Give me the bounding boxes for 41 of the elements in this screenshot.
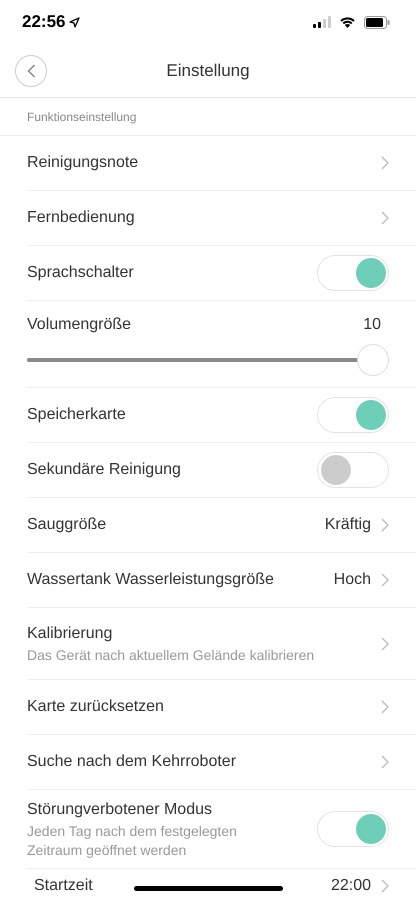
setting-description: Das Gerät nach aktuellem Gelände kalibrieren [27, 646, 316, 665]
toggle-switch[interactable] [317, 810, 389, 847]
chevron-icon [381, 211, 389, 225]
setting-label: Reinigungsnote [27, 153, 138, 173]
back-button[interactable] [15, 55, 47, 87]
chevron-icon [381, 573, 389, 587]
setting-value: 22:00 [330, 876, 371, 896]
setting-value: Hoch [334, 570, 371, 590]
setting-label: Wassertank Wasserleistungsgröße [27, 570, 274, 590]
battery-icon [364, 16, 390, 28]
page-title: Einstellung [166, 60, 250, 82]
setting-description: Jeden Tag nach dem festgelegten Zeitraum geöffnet werden [27, 822, 238, 860]
location-arrow-icon [69, 16, 80, 28]
chevron-icon [381, 700, 389, 714]
wifi-icon [339, 16, 356, 28]
chevron-icon [381, 878, 389, 893]
setting-label: Sekundäre Reinigung [27, 460, 181, 480]
setting-label: Sauggröße [27, 515, 106, 535]
setting-label: Sprachschalter [27, 263, 134, 283]
toggle-switch[interactable] [317, 255, 389, 291]
setting-label: Kalibrierung [27, 624, 112, 644]
setting-label: Karte zurücksetzen [27, 697, 164, 717]
volume-value: 10 [363, 315, 381, 335]
toggle-switch[interactable] [317, 397, 389, 433]
toggle-switch[interactable] [317, 452, 389, 488]
section-title: Funktionseinstellung [0, 98, 416, 136]
setting-label: Volumengröße [27, 315, 132, 335]
setting-value: Kräftig [324, 515, 371, 535]
back-icon [26, 64, 36, 78]
chevron-icon [381, 636, 389, 650]
status-time: 22:56 [22, 11, 66, 34]
setting-label: Störungverbotener Modus [27, 800, 212, 820]
setting-label: Speicherkarte [27, 405, 126, 425]
setting-label: Startzeit [34, 876, 93, 896]
chevron-icon [381, 518, 389, 532]
setting-label: Suche nach dem Kehrroboter [27, 752, 236, 772]
slider-thumb[interactable] [357, 344, 389, 376]
chevron-icon [381, 755, 389, 769]
setting-label: Fernbedienung [27, 208, 135, 228]
signal-icon [313, 16, 331, 28]
chevron-icon [381, 156, 389, 170]
